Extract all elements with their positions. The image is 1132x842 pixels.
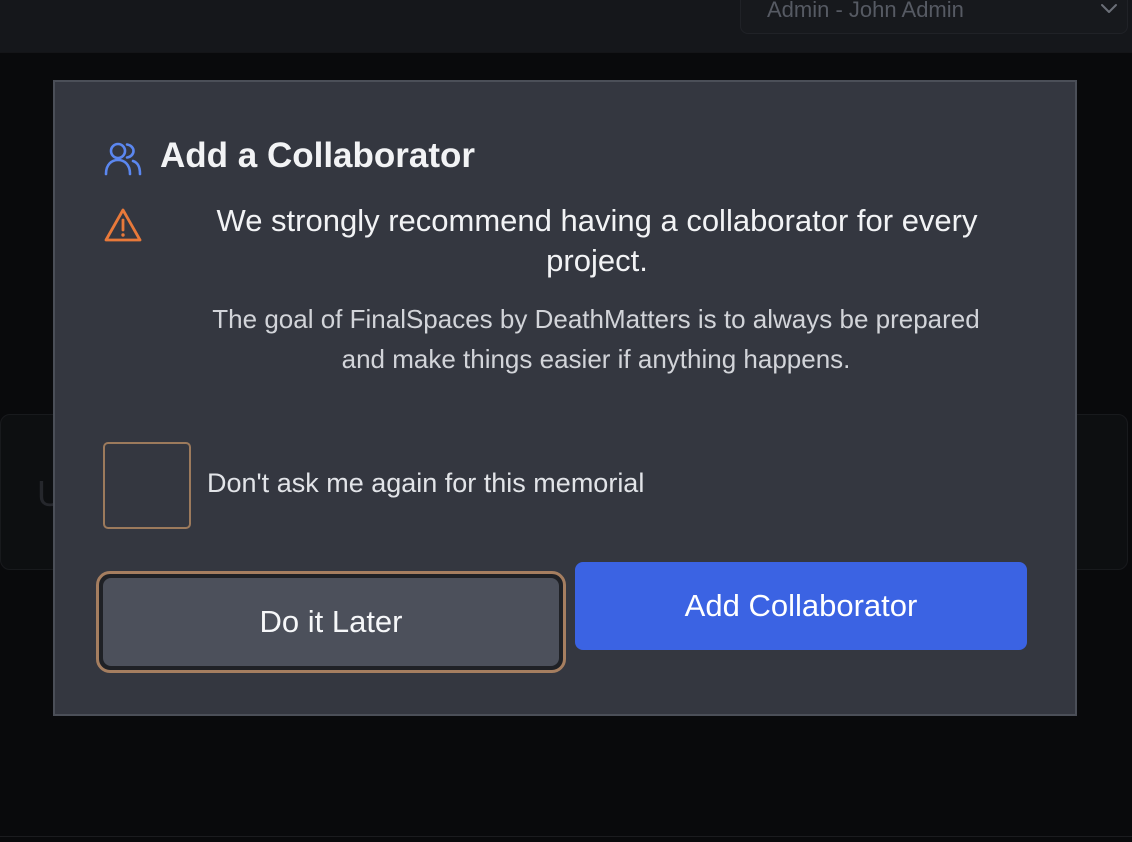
user-role-select-value: Admin - John Admin	[767, 0, 964, 22]
dont-ask-again-label[interactable]: Don't ask me again for this memorial	[207, 468, 644, 499]
do-it-later-button-label: Do it Later	[103, 578, 559, 666]
do-it-later-button[interactable]: Do it Later	[96, 571, 566, 673]
warning-message: We strongly recommend having a collabora…	[216, 203, 978, 278]
dialog-description: The goal of FinalSpaces by DeathMatters …	[212, 304, 980, 374]
top-bar: Admin - John Admin	[0, 0, 1132, 53]
dont-ask-again-checkbox[interactable]	[103, 442, 191, 529]
add-collaborator-button[interactable]: Add Collaborator	[575, 562, 1027, 650]
warning-triangle-icon	[104, 208, 142, 242]
users-icon	[104, 142, 142, 176]
chevron-down-icon	[1101, 4, 1117, 13]
user-role-select[interactable]: Admin - John Admin	[740, 0, 1128, 34]
dialog-title: Add a Collaborator	[160, 136, 476, 175]
